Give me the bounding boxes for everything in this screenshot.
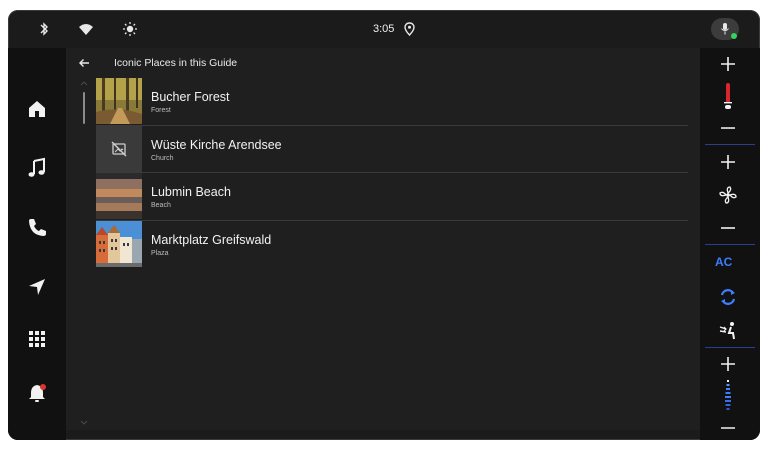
plus-icon[interactable]: [718, 152, 738, 172]
minus-icon[interactable]: [718, 118, 738, 138]
scrollbar-thumb[interactable]: [83, 92, 85, 124]
status-bar: 3:05: [8, 10, 760, 48]
minus-icon[interactable]: [718, 218, 738, 238]
thumbnail-placeholder: [96, 125, 142, 172]
place-name: Wüste Kirche Arendsee: [151, 137, 282, 152]
app-grid-icon[interactable]: [26, 328, 48, 350]
phone-icon[interactable]: [26, 216, 48, 238]
places-list: Bucher Forest Forest Wüste Kirche Arends…: [96, 78, 688, 267]
temperature-icon[interactable]: [718, 82, 738, 112]
place-category: Plaza: [151, 249, 169, 257]
forest-photo: [96, 78, 142, 124]
device-frame: 3:05 Iconic Places in this Guide Bucher …: [8, 10, 760, 440]
location-pin-icon: [404, 22, 415, 36]
minus-icon[interactable]: [718, 418, 738, 438]
plus-icon[interactable]: [718, 54, 738, 74]
navigation-arrow-icon[interactable]: [26, 276, 48, 298]
ac-toggle[interactable]: AC: [715, 255, 732, 269]
plaza-buildings-photo: [96, 220, 142, 267]
place-name: Lubmin Beach: [151, 185, 231, 199]
back-arrow-icon[interactable]: [78, 57, 90, 69]
left-nav-rail: [8, 48, 66, 440]
brightness-icon[interactable]: [122, 21, 138, 37]
seat-airflow-icon[interactable]: [718, 321, 738, 341]
place-category: Forest: [151, 107, 171, 114]
fan-speed-icon[interactable]: [718, 380, 738, 414]
divider: [705, 244, 755, 245]
place-name: Marktplatz Greifswald: [151, 232, 272, 247]
fan-icon[interactable]: [718, 185, 738, 205]
plus-icon[interactable]: [718, 354, 738, 374]
music-note-icon[interactable]: [26, 157, 48, 179]
page-title: Iconic Places in this Guide: [114, 57, 238, 69]
place-category: Beach: [151, 202, 171, 209]
guide-places-panel: Iconic Places in this Guide Bucher Fores…: [66, 48, 700, 430]
recirculate-icon[interactable]: [718, 287, 738, 307]
scroll-down-icon[interactable]: [80, 420, 88, 426]
divider: [705, 347, 755, 348]
list-item-place[interactable]: Wüste Kirche Arendsee Church: [96, 125, 688, 173]
place-category: Church: [151, 154, 174, 162]
notification-bell-icon[interactable]: [26, 382, 48, 404]
mic-active-indicator: [731, 33, 737, 39]
microphone-icon: [721, 23, 729, 35]
no-image-icon: [111, 141, 127, 156]
list-item-place[interactable]: Lubmin Beach Beach: [96, 173, 688, 221]
list-item-place[interactable]: Bucher Forest Forest: [96, 78, 688, 126]
divider: [705, 144, 755, 145]
bluetooth-icon: [40, 22, 48, 36]
place-name: Bucher Forest: [151, 90, 230, 104]
scroll-up-icon[interactable]: [80, 80, 88, 86]
clock: 3:05: [373, 23, 395, 35]
voice-assistant-button[interactable]: [711, 18, 739, 40]
home-icon[interactable]: [26, 98, 48, 120]
list-item-place[interactable]: Marktplatz Greifswald Plaza: [96, 220, 688, 268]
wifi-icon: [79, 24, 93, 35]
climate-control-rail: AC: [700, 48, 760, 440]
beach-sunset-photo: [96, 173, 142, 219]
